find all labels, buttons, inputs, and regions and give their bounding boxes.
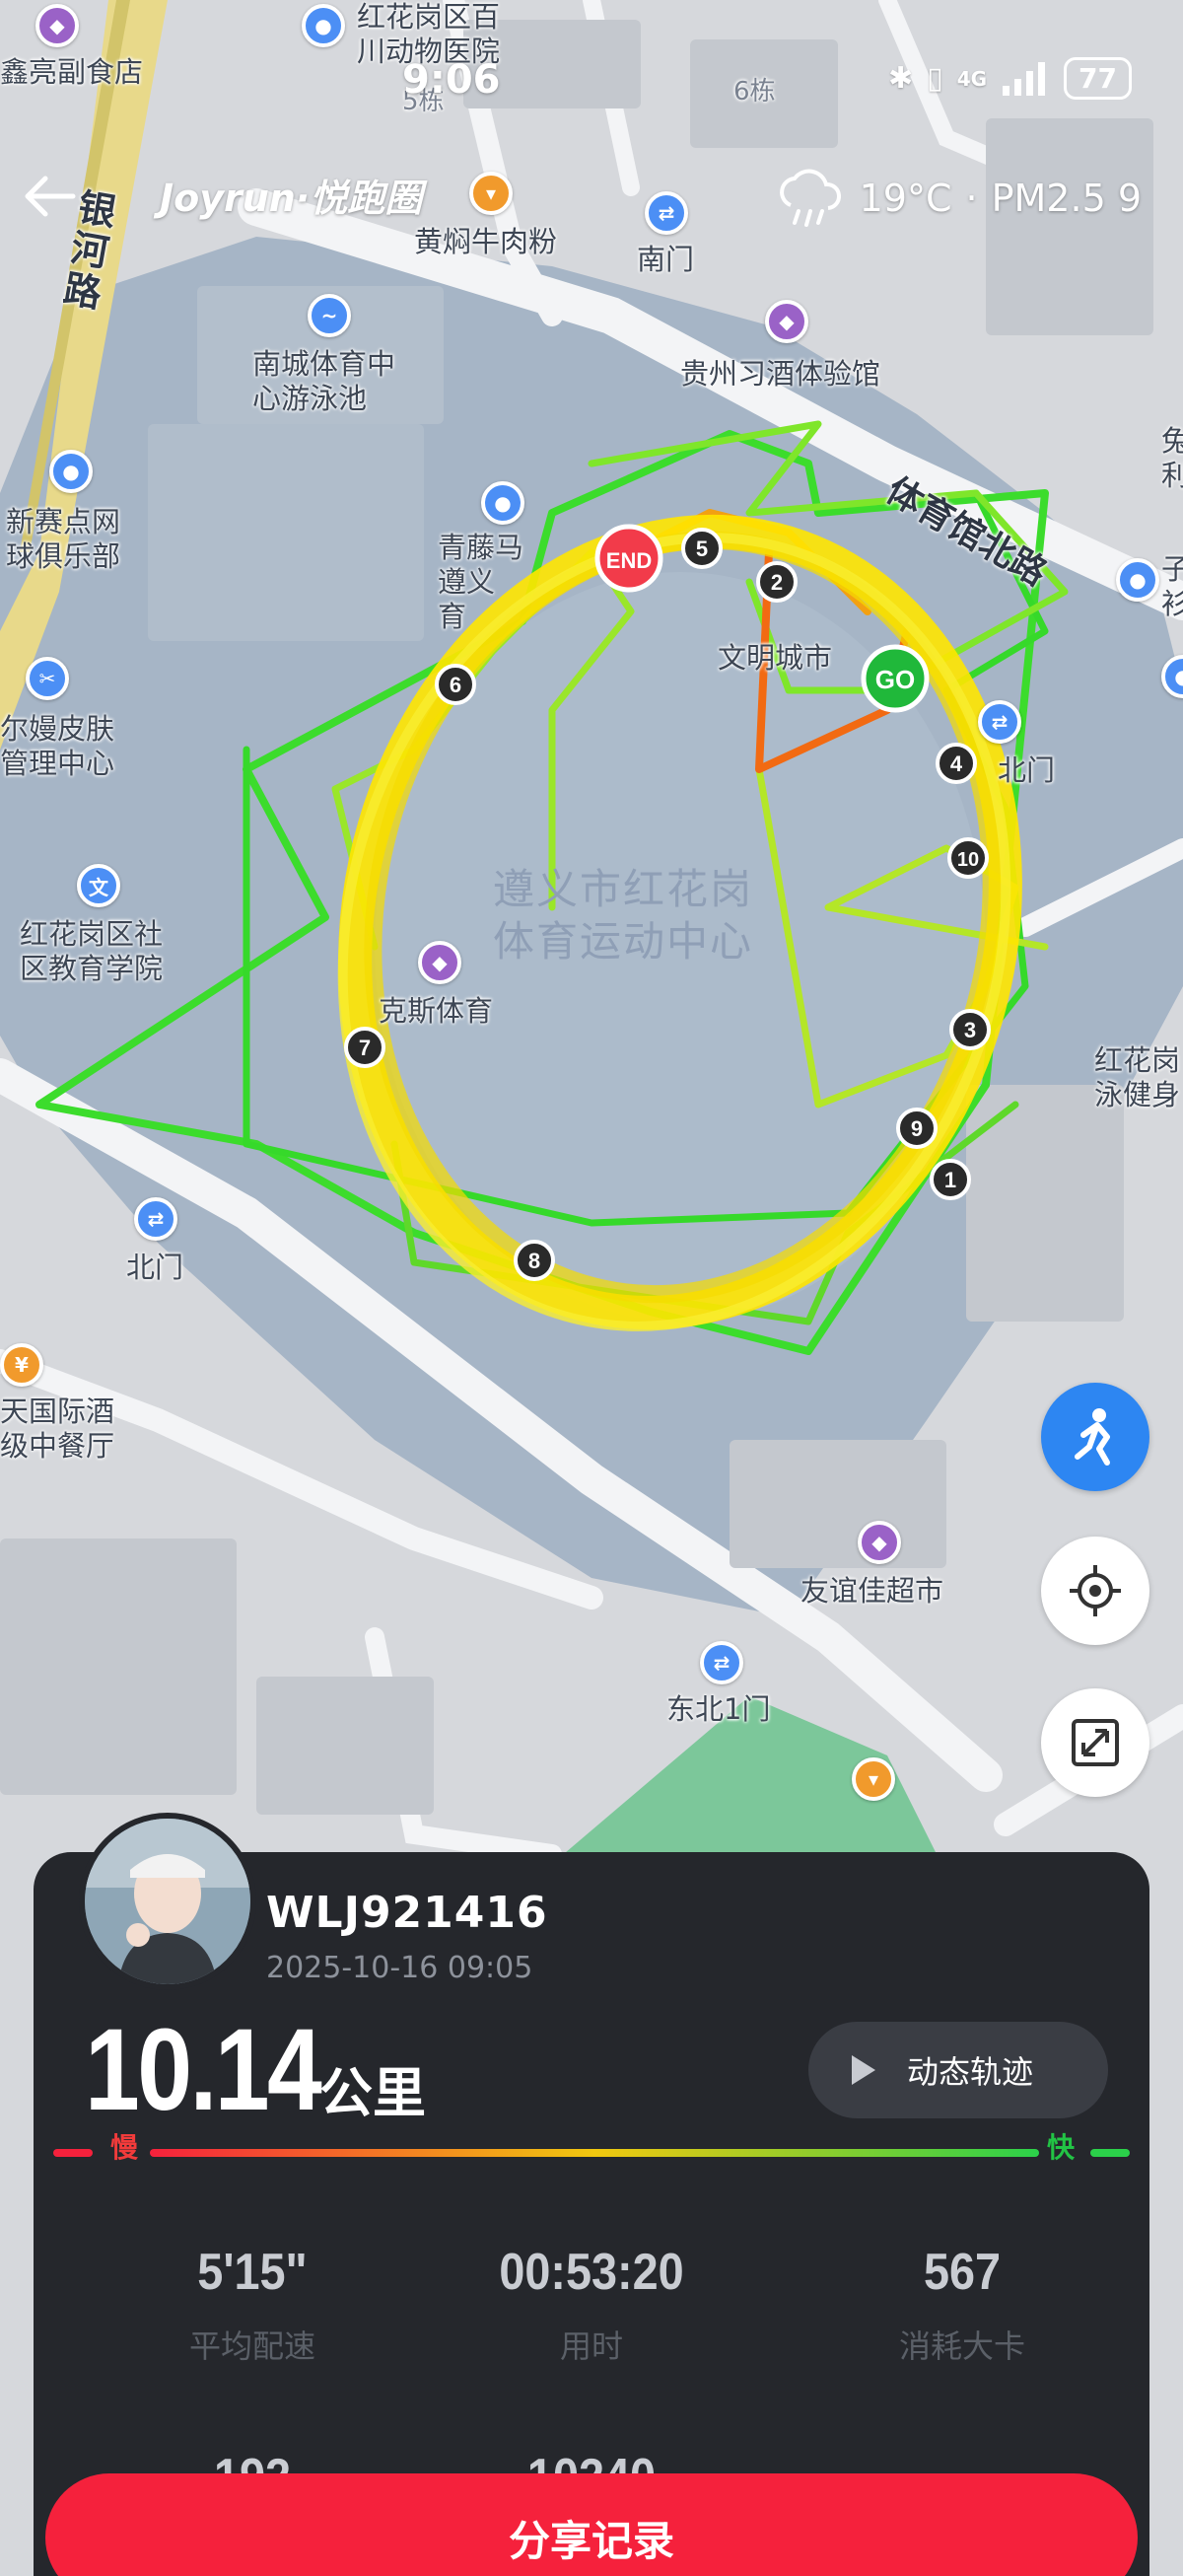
rain-cloud-icon: [779, 169, 841, 227]
km-marker-3: 3: [949, 1009, 991, 1050]
username[interactable]: WLJ921416: [266, 1888, 548, 1938]
distance-value: 10.14: [85, 2005, 322, 2135]
stat-value: 567: [923, 2244, 1002, 2301]
run-mode-button[interactable]: [1041, 1383, 1149, 1491]
distance-unit: 公里: [319, 2062, 426, 2124]
end-label: END: [606, 548, 652, 573]
stat-label: 消耗大卡: [898, 2327, 1025, 2365]
weather-pm25: PM2.5 9: [991, 177, 1142, 220]
start-label: GO: [875, 665, 915, 694]
play-icon: [852, 2055, 875, 2085]
km-marker-label: 6: [450, 673, 461, 697]
weather-info: 19°C · PM2.5 9: [773, 168, 1142, 229]
end-marker: END: [594, 524, 663, 593]
avatar-image: [85, 1819, 250, 1984]
km-marker-5: 5: [681, 528, 723, 569]
km-marker-8: 8: [514, 1240, 555, 1281]
locate-button[interactable]: [1041, 1537, 1149, 1645]
expand-icon: [1072, 1719, 1119, 1766]
network-type: 4G: [956, 66, 988, 91]
run-datetime: 2025-10-16 09:05: [266, 1951, 533, 1985]
km-marker-label: 7: [359, 1036, 371, 1060]
bluetooth-icon: ✱: [888, 61, 914, 96]
pace-fast-label: 快: [1047, 2131, 1076, 2164]
km-marker-label: 9: [911, 1116, 923, 1141]
stat-duration: 00:53:20 用时: [444, 2243, 739, 2367]
signal-icon: [1003, 61, 1046, 96]
replay-track-button[interactable]: 动态轨迹: [808, 2022, 1108, 2118]
vibrate-icon: ▯: [927, 61, 943, 96]
km-marker-label: 10: [957, 849, 979, 871]
status-icons: ✱ ▯ 4G 77: [888, 57, 1132, 100]
km-marker-label: 4: [950, 751, 963, 776]
stat-calories: 567 消耗大卡: [814, 2243, 1110, 2367]
km-marker-2: 2: [756, 561, 798, 603]
replay-label: 动态轨迹: [907, 2053, 1034, 2091]
km-marker-4: 4: [936, 743, 977, 784]
pace-gradient-bar: [53, 2149, 1130, 2157]
app-brand: Joyrun·悦跑圈: [160, 177, 423, 220]
km-marker-label: 3: [964, 1018, 976, 1042]
stat-value: 00:53:20: [499, 2244, 684, 2301]
fullscreen-button[interactable]: [1041, 1688, 1149, 1797]
avatar[interactable]: [79, 1813, 256, 1990]
back-arrow-icon[interactable]: [20, 166, 81, 227]
km-marker-9: 9: [896, 1108, 938, 1149]
pace-slow-label: 慢: [110, 2131, 139, 2164]
status-time: 9:06: [402, 57, 501, 103]
km-marker-1: 1: [930, 1159, 971, 1200]
locate-icon: [1070, 1565, 1121, 1616]
km-marker-label: 5: [696, 537, 708, 561]
start-marker: GO: [861, 644, 930, 713]
weather-separator: ·: [965, 177, 978, 220]
weather-temp: 19°C: [859, 177, 952, 220]
stat-value: 5'15": [197, 2244, 308, 2301]
share-record-button[interactable]: 分享记录: [45, 2473, 1138, 2576]
km-marker-7: 7: [344, 1027, 385, 1068]
battery-indicator: 77: [1064, 57, 1132, 100]
stat-avg-pace: 5'15" 平均配速: [104, 2243, 400, 2367]
stat-label: 平均配速: [188, 2327, 315, 2365]
km-marker-label: 8: [528, 1249, 540, 1273]
km-marker-label: 1: [944, 1168, 956, 1192]
km-marker-label: 2: [771, 570, 783, 595]
stat-label: 用时: [559, 2327, 623, 2365]
km-marker-6: 6: [435, 664, 476, 705]
km-marker-10: 10: [947, 837, 989, 879]
runner-icon: [1075, 1408, 1110, 1466]
